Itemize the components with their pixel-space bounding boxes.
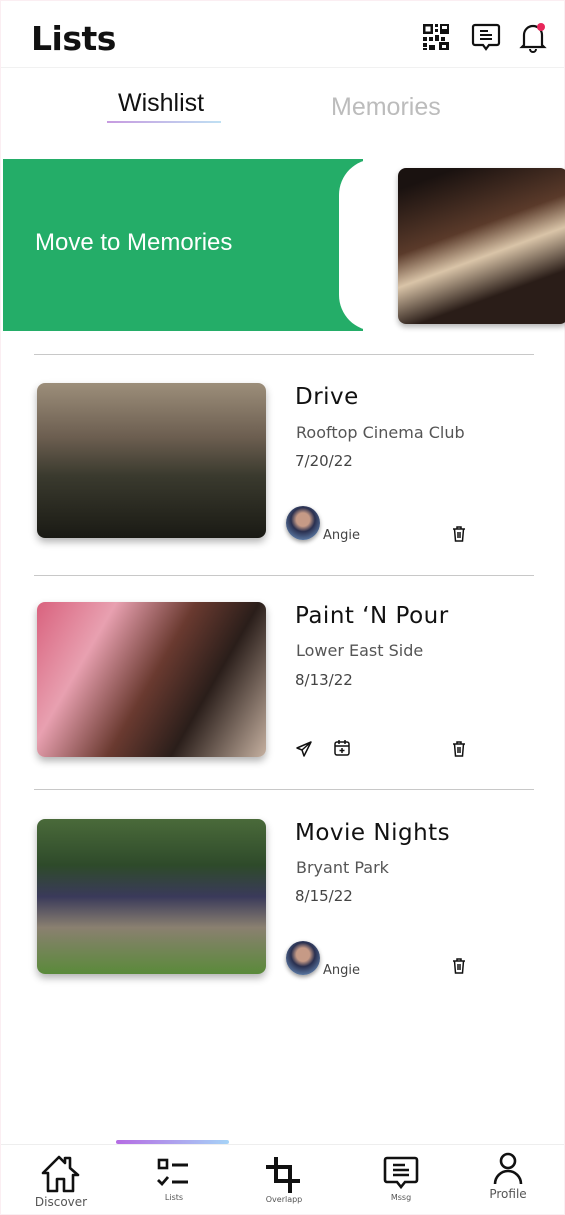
qr-code-icon[interactable] — [421, 21, 451, 53]
avatar[interactable] — [286, 506, 320, 540]
crop-icon — [266, 1157, 300, 1193]
item-image-drive[interactable] — [37, 383, 266, 538]
trash-icon[interactable] — [450, 525, 468, 543]
message-icon[interactable] — [471, 21, 501, 53]
home-icon — [41, 1155, 80, 1193]
active-tab-indicator — [107, 121, 221, 123]
nav-label: Overlapp — [265, 1195, 303, 1204]
nav-profile[interactable]: Profile — [463, 1151, 553, 1201]
divider — [34, 354, 534, 355]
item-image-paint-n-pour[interactable] — [37, 602, 266, 757]
nav-mssg[interactable]: Mssg — [356, 1155, 446, 1202]
item-venue: Lower East Side — [296, 641, 424, 660]
tab-memories[interactable]: Memories — [331, 93, 441, 122]
checklist-icon — [157, 1158, 188, 1187]
item-title[interactable]: Drive — [295, 384, 359, 410]
item-date: 8/13/22 — [295, 671, 353, 689]
avatar[interactable] — [286, 941, 320, 975]
nav-lists[interactable]: Lists — [129, 1157, 219, 1202]
user-name: Angie — [323, 528, 360, 543]
profile-icon — [493, 1152, 523, 1185]
nav-label: Profile — [489, 1187, 527, 1201]
header-divider — [1, 67, 564, 68]
nav-label: Discover — [34, 1195, 88, 1209]
nav-overlapp[interactable]: Overlapp — [239, 1155, 329, 1204]
trash-icon[interactable] — [450, 957, 468, 975]
send-icon[interactable] — [295, 740, 313, 758]
move-to-memories-label: Move to Memories — [35, 229, 233, 256]
message-icon — [383, 1156, 419, 1190]
add-to-calendar-icon[interactable] — [333, 739, 351, 757]
item-title[interactable]: Paint ‘N Pour — [295, 603, 449, 629]
nav-divider — [1, 1144, 564, 1145]
item-image-movie-nights[interactable] — [37, 819, 266, 974]
swiped-item-image[interactable] — [398, 168, 565, 324]
nav-label: Mssg — [390, 1193, 412, 1202]
item-venue: Bryant Park — [296, 858, 389, 877]
item-date: 7/20/22 — [295, 452, 353, 470]
tab-wishlist[interactable]: Wishlist — [118, 89, 204, 118]
item-date: 8/15/22 — [295, 887, 353, 905]
item-title[interactable]: Movie Nights — [295, 820, 450, 846]
bell-icon[interactable] — [518, 21, 548, 53]
item-venue: Rooftop Cinema Club — [296, 423, 465, 442]
page-title: Lists — [31, 19, 116, 58]
divider — [34, 789, 534, 790]
divider — [34, 575, 534, 576]
user-name: Angie — [323, 963, 360, 978]
nav-label: Lists — [164, 1193, 184, 1202]
nav-discover[interactable]: Discover — [16, 1153, 106, 1209]
trash-icon[interactable] — [450, 740, 468, 758]
